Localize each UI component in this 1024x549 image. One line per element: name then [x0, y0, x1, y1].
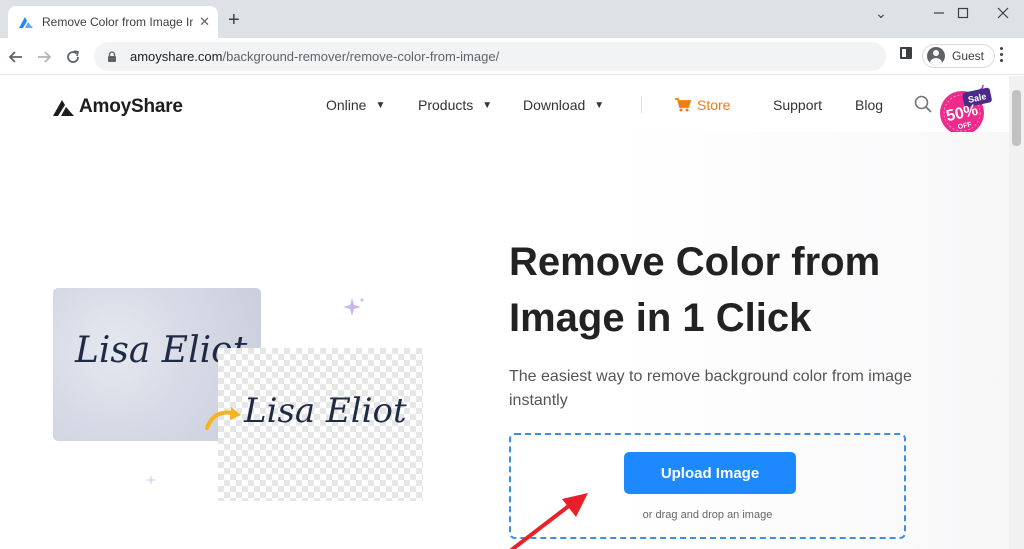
nav-products-label: Products [418, 97, 474, 113]
nav-store-label: Store [697, 97, 731, 113]
address-bar[interactable]: amoyshare.com/background-remover/remove-… [94, 42, 886, 71]
upload-image-button[interactable]: Upload Image [624, 452, 796, 494]
amoyshare-favicon-icon [19, 17, 33, 28]
close-tab-icon[interactable]: ✕ [199, 14, 210, 30]
url-text: amoyshare.com/background-remover/remove-… [130, 49, 499, 64]
nav-divider [641, 96, 642, 113]
brand-name: AmoyShare [79, 96, 183, 117]
url-path: /background-remover/remove-color-from-im… [222, 49, 500, 64]
sparkle-icon [145, 474, 157, 486]
tab-search-chevron-icon[interactable]: ⌄ [858, 0, 904, 26]
sale-badge[interactable]: Sale 50% OFF [937, 83, 993, 137]
page-description: The easiest way to remove background col… [509, 368, 912, 409]
scrollbar-thumb[interactable] [1012, 90, 1021, 146]
cart-icon [675, 98, 691, 112]
side-panel-icon[interactable] [900, 47, 912, 59]
browser-tab[interactable]: Remove Color from Image Instan ✕ [8, 6, 218, 38]
new-tab-icon[interactable]: + [228, 10, 240, 30]
page-title: Remove Color from Image in 1 Click [509, 234, 929, 346]
browser-tab-bar: Remove Color from Image Instan ✕ + ⌄ [0, 0, 1024, 38]
nav-products[interactable]: Products ▼ [418, 97, 492, 113]
nav-blog-label: Blog [855, 97, 884, 113]
profile-button[interactable]: Guest [922, 44, 996, 68]
sparkle-icon [343, 298, 364, 316]
avatar-icon [927, 47, 945, 65]
url-host: amoyshare.com [130, 49, 223, 64]
page-title-line2: Image in 1 Click [509, 296, 812, 340]
forward-arrow-icon[interactable] [33, 46, 55, 68]
page-scrollbar[interactable] [1009, 76, 1024, 549]
back-arrow-icon[interactable] [5, 46, 27, 68]
nav-download[interactable]: Download ▼ [523, 97, 604, 113]
curved-arrow-icon [205, 407, 241, 430]
chevron-down-icon: ▼ [482, 99, 493, 111]
page-title-line1: Remove Color from [509, 240, 881, 284]
profile-label: Guest [952, 49, 985, 63]
amoyshare-logo-icon [53, 100, 74, 116]
nav-online-label: Online [326, 97, 367, 113]
site-logo[interactable]: AmoyShare [53, 96, 183, 118]
nav-blog[interactable]: Blog [855, 97, 883, 113]
reload-icon[interactable] [62, 46, 84, 68]
transparent-signature-image: Lisa Eliot [218, 348, 423, 501]
nav-store[interactable]: Store [675, 97, 730, 113]
nav-support[interactable]: Support [773, 97, 822, 113]
close-window-icon[interactable] [980, 0, 1024, 26]
search-icon[interactable] [914, 95, 932, 113]
annotation-arrow-icon [509, 493, 588, 549]
site-header: AmoyShare Online ▼ Products ▼ Download ▼… [0, 76, 1009, 135]
chevron-down-icon: ▼ [594, 99, 605, 111]
nav-online[interactable]: Online ▼ [326, 97, 385, 113]
web-page: AmoyShare Online ▼ Products ▼ Download ▼… [0, 76, 1009, 549]
nav-support-label: Support [773, 97, 823, 113]
nav-download-label: Download [523, 97, 586, 113]
lock-icon [108, 50, 116, 62]
browser-toolbar: amoyshare.com/background-remover/remove-… [0, 38, 1024, 75]
tab-title: Remove Color from Image Instan [42, 15, 194, 29]
hero-section: Lisa Eliot Lisa Eliot Remove Color from … [0, 132, 1009, 549]
chevron-down-icon: ▼ [375, 99, 386, 111]
signature-text: Lisa Eliot [244, 391, 407, 431]
more-menu-icon[interactable] [1000, 47, 1004, 63]
